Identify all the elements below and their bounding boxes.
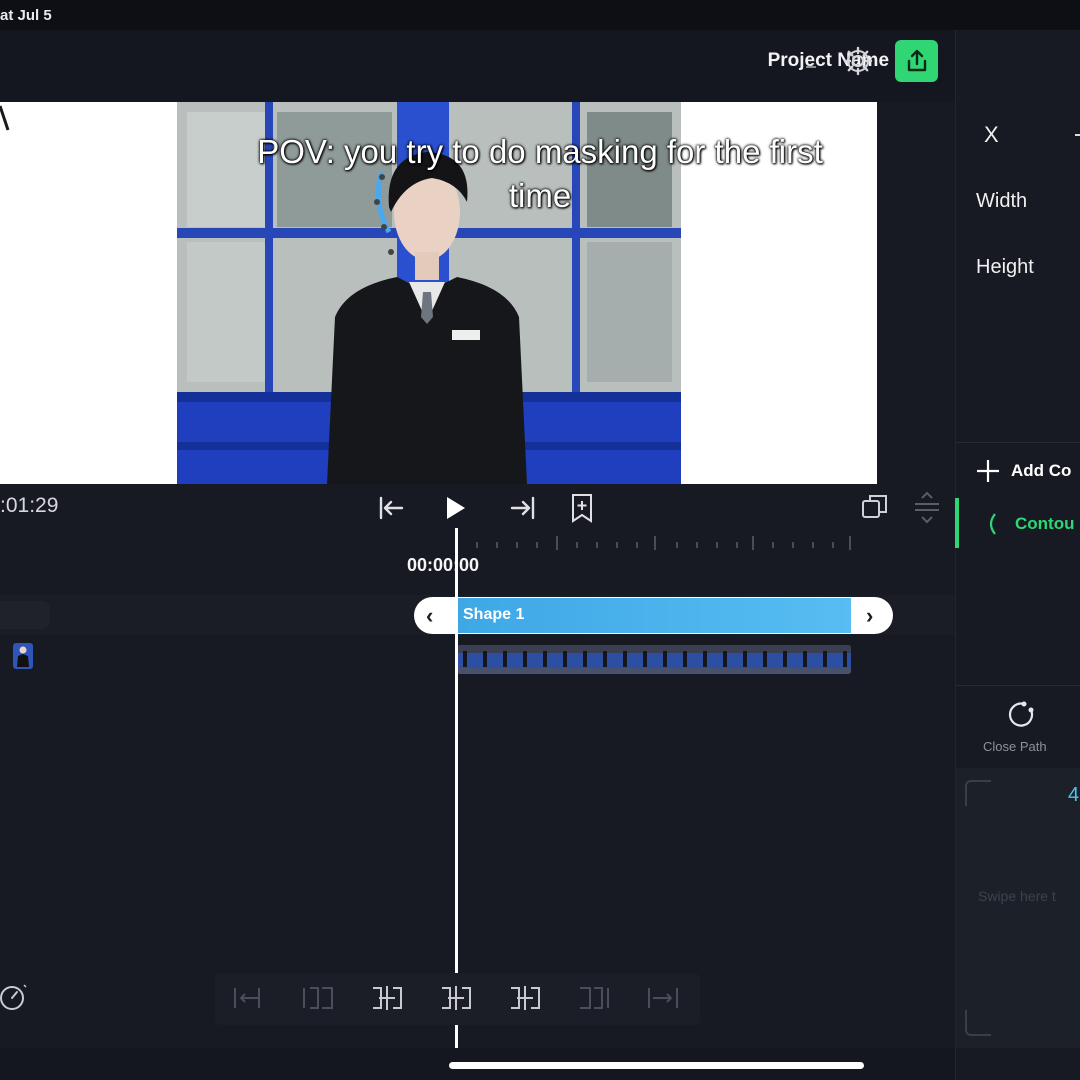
home-indicator[interactable]	[449, 1062, 864, 1069]
copy-icon[interactable]	[860, 492, 890, 522]
canvas-corner-handle[interactable]	[0, 104, 10, 138]
mask-feather-card[interactable]	[956, 768, 1080, 1048]
contour-selected-indicator	[955, 498, 959, 548]
trim-start-icon[interactable]	[231, 984, 267, 1012]
card-corner-top	[965, 780, 991, 806]
height-label: Height	[976, 256, 1034, 278]
video-caption: POV: you try to do masking for the first…	[257, 133, 823, 214]
status-time: at Jul 5	[0, 7, 52, 24]
filmstrip-frames	[463, 651, 847, 667]
add-contour-button[interactable]: Add Co	[975, 455, 1080, 487]
plus-icon	[977, 460, 999, 482]
video-clip-filmstrip[interactable]	[457, 645, 851, 674]
swipe-hint: Swipe here t	[978, 888, 1056, 904]
editor-screen: at Jul 5 Project Name 195	[0, 0, 1080, 1080]
speed-icon[interactable]	[0, 983, 28, 1011]
gear-icon[interactable]	[842, 45, 874, 77]
contour-item[interactable]: Contou	[985, 512, 1074, 536]
drag-handle-icon[interactable]	[912, 490, 942, 526]
playhead-time: 00:00:00	[407, 555, 480, 575]
trim-right-icon[interactable]	[576, 984, 612, 1012]
x-position-label: X	[984, 122, 999, 147]
project-name-truncation	[806, 66, 816, 68]
contour-label: Contou	[1015, 514, 1075, 533]
feather-value: 4	[1068, 784, 1080, 806]
export-icon	[907, 49, 926, 72]
card-corner-bottom	[965, 1010, 991, 1036]
clip-trim-right-handle[interactable]: ›	[866, 603, 873, 629]
bookmark-icon[interactable]	[570, 492, 594, 524]
split-left-icon[interactable]	[369, 984, 405, 1012]
total-duration: :01:29	[0, 494, 59, 517]
playhead[interactable]	[455, 528, 458, 1048]
video-track-thumbnail[interactable]	[13, 643, 33, 669]
x-value-fragment	[1075, 134, 1080, 136]
panel-divider	[955, 442, 1080, 443]
status-bar	[0, 0, 1080, 30]
width-label: Width	[976, 190, 1028, 212]
export-button[interactable]	[895, 40, 938, 82]
panel-divider-2	[955, 685, 1080, 686]
timeline-ruler[interactable]	[457, 530, 852, 550]
close-path-label: Close Path	[983, 739, 1047, 754]
skip-start-icon[interactable]	[376, 492, 406, 524]
split-right-icon[interactable]	[507, 984, 543, 1012]
trim-end-icon[interactable]	[645, 984, 681, 1012]
split-icon[interactable]	[438, 984, 474, 1012]
shape-clip-label: Shape 1	[463, 606, 525, 623]
skip-end-icon[interactable]	[508, 492, 538, 524]
close-path-icon[interactable]	[1004, 698, 1038, 732]
play-icon[interactable]	[443, 492, 469, 524]
trim-left-icon[interactable]	[300, 984, 336, 1012]
track-header[interactable]	[0, 601, 50, 629]
contour-icon	[989, 513, 996, 535]
clip-trim-left-handle[interactable]: ‹	[426, 603, 433, 629]
add-contour-label: Add Co	[1011, 461, 1072, 480]
